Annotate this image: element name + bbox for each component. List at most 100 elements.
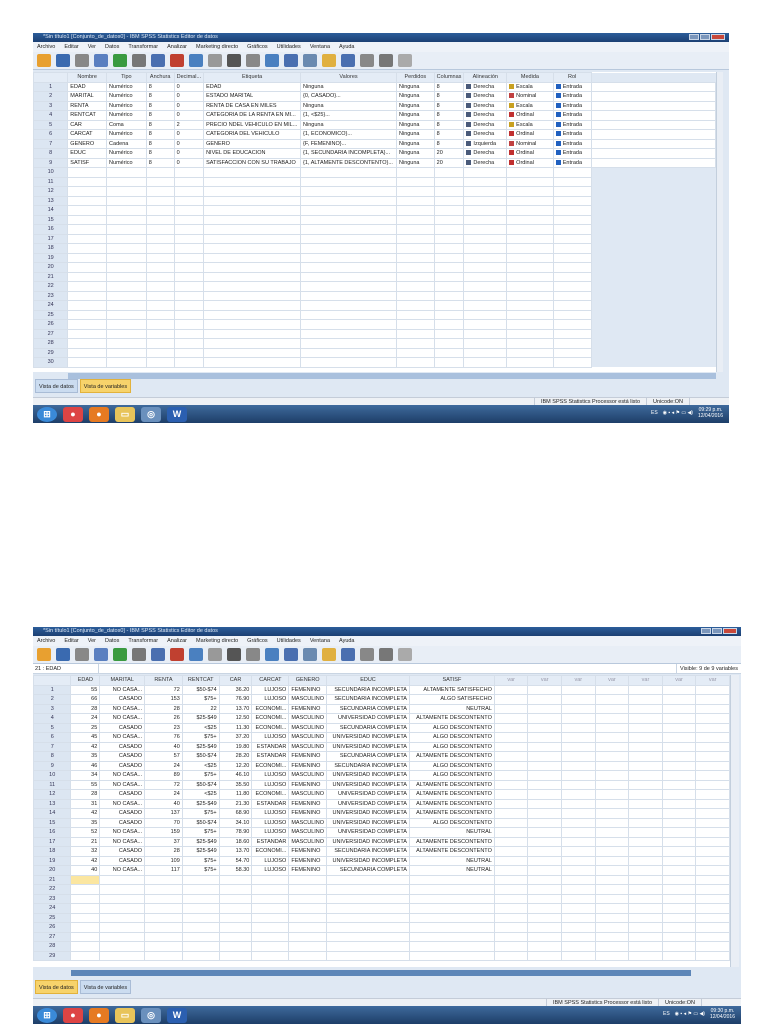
cell-decimal[interactable] <box>173 176 205 187</box>
cell-genero[interactable]: FEMENINO <box>288 703 328 714</box>
cell-rol[interactable] <box>552 176 592 187</box>
empty-cell[interactable] <box>561 865 596 876</box>
empty-cell[interactable] <box>594 817 630 828</box>
weight-cases-icon[interactable] <box>303 648 317 661</box>
cell-marital[interactable]: NO CASA... <box>99 836 146 847</box>
empty-cell[interactable] <box>527 912 563 923</box>
cell-renta[interactable] <box>144 931 183 942</box>
data-row[interactable]: 28 <box>33 941 730 952</box>
cell-valores[interactable] <box>300 328 397 339</box>
minimize-button[interactable] <box>689 34 699 40</box>
cell-genero[interactable]: FEMENINO <box>288 751 328 762</box>
empty-cell[interactable] <box>527 694 563 705</box>
empty-cell[interactable] <box>493 846 529 857</box>
cell-tipo[interactable] <box>106 195 147 206</box>
vertical-scrollbar[interactable] <box>716 72 723 372</box>
cell-renta[interactable]: 37 <box>144 836 183 847</box>
cell-editor[interactable] <box>99 664 676 673</box>
cell-nombre[interactable] <box>67 347 108 358</box>
cell-valores[interactable] <box>300 233 397 244</box>
cell-carcat[interactable] <box>251 912 290 923</box>
cell-columnas[interactable] <box>433 205 465 216</box>
cell-marital[interactable]: CASADO <box>99 817 146 828</box>
cell-marital[interactable] <box>99 912 146 923</box>
cell-satisf[interactable]: ALTAMENTE DESCONTENTO <box>408 789 495 800</box>
cell-anchura[interactable] <box>145 186 175 197</box>
cell-genero[interactable]: MASCULINO <box>288 817 328 828</box>
cell-perdidos[interactable] <box>396 290 435 301</box>
cell-etiqueta[interactable]: NIVEL DE EDUCACION <box>203 148 302 159</box>
empty-cell[interactable] <box>594 836 630 847</box>
cell-rol[interactable]: Entrada <box>552 148 592 159</box>
variable-row[interactable]: 5 CAR Coma 8 2 PRECIO NDEL VEHICULO EN MIL...… <box>33 119 716 130</box>
cell-valores[interactable] <box>300 214 397 225</box>
maximize-button[interactable] <box>700 34 710 40</box>
show-all-icon[interactable] <box>379 54 393 67</box>
column-header[interactable]: Nombre <box>67 72 108 83</box>
cell-tipo[interactable] <box>106 300 147 311</box>
empty-cell[interactable] <box>695 684 730 695</box>
row-number[interactable]: 30 <box>33 357 69 368</box>
cell-valores[interactable]: {1, ALTAMENTE DESCONTENTO}... <box>300 157 397 168</box>
cell-nombre[interactable] <box>67 167 108 178</box>
cell-perdidos[interactable]: Ninguna <box>396 100 435 111</box>
menu-marketing-directo[interactable]: Marketing directo <box>196 636 238 646</box>
variable-row[interactable]: 10 <box>33 167 716 178</box>
column-header-genero[interactable]: GENERO <box>288 675 328 686</box>
cell-edad[interactable]: 35 <box>70 817 101 828</box>
value-labels-icon[interactable] <box>341 54 355 67</box>
cell-valores[interactable] <box>300 252 397 263</box>
empty-cell[interactable] <box>594 713 630 724</box>
cell-decimal[interactable]: 0 <box>173 157 205 168</box>
empty-cell[interactable] <box>628 950 663 961</box>
cell-renta[interactable] <box>144 941 183 952</box>
row-number[interactable]: 29 <box>33 347 69 358</box>
cell-satisf[interactable]: ALGO DESCONTENTO <box>408 760 495 771</box>
cell-tipo[interactable] <box>106 176 147 187</box>
cell-educ[interactable]: UNIVERSIDAD INCOMPLETA <box>326 836 410 847</box>
cell-genero[interactable]: FEMENINO <box>288 808 328 819</box>
column-header[interactable]: Rol <box>552 72 592 83</box>
cell-alineación[interactable]: Derecha <box>463 81 508 92</box>
clock[interactable]: 09:29 p.m. 12/04/2016 <box>698 407 723 419</box>
row-number[interactable]: 29 <box>33 950 72 961</box>
tab-variable-view[interactable]: Vista de variables <box>79 980 132 994</box>
cell-genero[interactable] <box>288 893 328 904</box>
cell-carcat[interactable]: ECONOMI... <box>251 846 290 857</box>
empty-cell[interactable] <box>661 760 697 771</box>
dialog-recall-icon[interactable] <box>94 648 108 661</box>
dialog-recall-icon[interactable] <box>94 54 108 67</box>
cell-car[interactable] <box>218 941 253 952</box>
empty-cell[interactable] <box>594 941 630 952</box>
empty-cell[interactable] <box>695 770 730 781</box>
row-number[interactable]: 20 <box>33 262 69 273</box>
cell-genero[interactable] <box>288 912 328 923</box>
cell-anchura[interactable] <box>145 309 175 320</box>
cell-etiqueta[interactable]: GENERO <box>203 138 302 149</box>
cell-marital[interactable]: CASADO <box>99 846 146 857</box>
cell-anchura[interactable]: 8 <box>145 157 175 168</box>
chrome-icon[interactable]: ● <box>63 406 83 422</box>
row-number[interactable]: 24 <box>33 300 69 311</box>
cell-tipo[interactable]: Numérico <box>106 110 147 121</box>
cell-rol[interactable] <box>552 319 592 330</box>
empty-cell[interactable] <box>561 817 596 828</box>
save-icon[interactable] <box>56 54 70 67</box>
row-number[interactable]: 2 <box>33 694 72 705</box>
variables-icon[interactable] <box>189 54 203 67</box>
empty-cell[interactable] <box>594 922 630 933</box>
cell-etiqueta[interactable] <box>203 176 302 187</box>
empty-cell[interactable] <box>628 912 663 923</box>
variable-row[interactable]: 12 <box>33 186 716 197</box>
cell-educ[interactable]: UNIVERSIDAD COMPLETA <box>326 713 410 724</box>
empty-cell[interactable] <box>561 798 596 809</box>
cell-renta[interactable]: 26 <box>144 713 183 724</box>
cell-decimal[interactable]: 0 <box>173 148 205 159</box>
cell-perdidos[interactable] <box>396 195 435 206</box>
cell-rentcat[interactable] <box>181 893 220 904</box>
empty-cell[interactable] <box>661 827 697 838</box>
cell-satisf[interactable]: NEUTRAL <box>408 827 495 838</box>
spelling-icon[interactable] <box>398 648 412 661</box>
empty-cell[interactable] <box>561 855 596 866</box>
empty-cell[interactable] <box>594 798 630 809</box>
